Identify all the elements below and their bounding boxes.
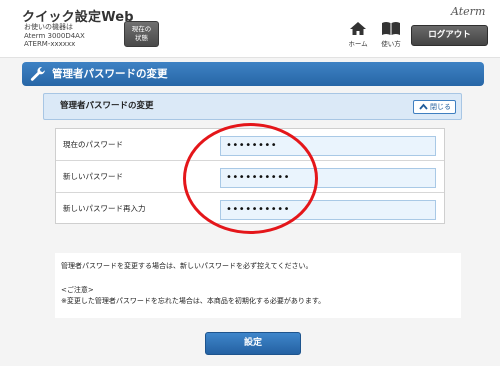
close-panel-label: 閉じる: [430, 103, 451, 111]
book-icon: [382, 22, 400, 35]
help-label: 使い方: [381, 40, 401, 48]
chevron-up-icon: [419, 103, 428, 110]
device-info: お使いの機器は Aterm 3000D4AX ATERM-xxxxxx: [24, 23, 85, 49]
section-header: 管理者パスワードの変更: [22, 62, 484, 86]
note-box: 管理者パスワードを変更する場合は、新しいパスワードを必ず控えてください。 <ご注…: [55, 253, 461, 318]
current-status-label-line2: 状態: [135, 34, 148, 42]
confirm-password-label: 新しいパスワード再入力: [63, 204, 146, 213]
home-icon: [350, 22, 366, 35]
note-text: 管理者パスワードを変更する場合は、新しいパスワードを必ず控えてください。: [61, 262, 313, 270]
home-nav[interactable]: ホーム: [343, 21, 373, 48]
device-name: ATERM-xxxxxx: [24, 40, 76, 48]
submit-button[interactable]: 設定: [205, 332, 301, 355]
caution-heading: <ご注意>: [61, 286, 94, 294]
device-model: Aterm 3000D4AX: [24, 31, 85, 40]
new-password-label: 新しいパスワード: [63, 172, 123, 181]
device-info-line: お使いの機器は: [24, 23, 73, 31]
section-title: 管理者パスワードの変更: [52, 68, 168, 80]
current-status-label-line1: 現在の: [131, 25, 152, 33]
close-panel-button[interactable]: 閉じる: [413, 100, 456, 114]
logout-button[interactable]: ログアウト: [411, 25, 488, 46]
current-status-button[interactable]: 現在の 状態: [124, 21, 159, 47]
home-label: ホーム: [348, 40, 368, 48]
header: クイック設定Web お使いの機器は Aterm 3000D4AX ATERM-x…: [0, 0, 500, 58]
brand-logo: Aterm: [451, 5, 486, 18]
current-password-label: 現在のパスワード: [63, 140, 123, 149]
settings-panel-header: 管理者パスワードの変更 閉じる: [43, 93, 462, 120]
wrench-icon: [30, 66, 45, 81]
caution-text: ※変更した管理者パスワードを忘れた場合は、本商品を初期化する必要があります。: [61, 297, 326, 305]
annotation-circle: [183, 123, 318, 234]
panel-title: 管理者パスワードの変更: [60, 101, 154, 111]
help-nav[interactable]: 使い方: [376, 21, 406, 48]
